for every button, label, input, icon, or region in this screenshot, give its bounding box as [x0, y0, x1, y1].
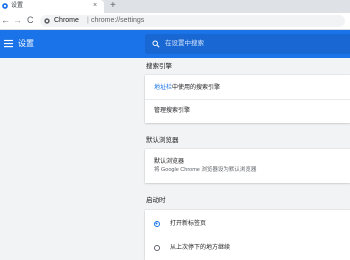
browser-toolbar: ← → C Chrome | chrome://settings: [0, 13, 350, 30]
search-icon: [152, 40, 160, 48]
back-button[interactable]: ←: [1, 14, 10, 27]
site-label: Chrome: [54, 17, 79, 24]
default-browser-row[interactable]: 默认浏览器 将 Google Chrome 浏览器设为默认浏览器: [145, 149, 350, 183]
address-bar[interactable]: Chrome | chrome://settings: [40, 15, 345, 27]
on-startup-card: 打开新标签页 从上次停下的地方继续: [145, 210, 350, 260]
address-bar-link[interactable]: 地址栏: [154, 85, 172, 91]
search-engine-row-label: 地址栏中使用的搜索引擎: [154, 84, 220, 92]
url-text: chrome://settings: [91, 17, 145, 24]
startup-option-continue[interactable]: 从上次停下的地方继续: [145, 235, 350, 260]
tab-title: 设置: [11, 3, 24, 9]
settings-header: 设置 在设置中搜索: [0, 30, 350, 58]
default-browser-description: 将 Google Chrome 浏览器设为默认浏览器: [154, 167, 257, 173]
manage-search-engines-row[interactable]: 管理搜索引擎: [145, 100, 350, 123]
search-engine-row[interactable]: 地址栏中使用的搜索引擎: [145, 75, 350, 99]
radio-unselected[interactable]: [154, 245, 160, 251]
section-title-default-browser: 默认浏览器: [146, 137, 179, 144]
reload-button[interactable]: C: [27, 14, 34, 27]
default-browser-card: 默认浏览器 将 Google Chrome 浏览器设为默认浏览器: [145, 149, 350, 183]
page-title: 设置: [18, 39, 34, 48]
chrome-site-icon: [44, 18, 50, 24]
manage-search-engines-label: 管理搜索引擎: [154, 108, 191, 114]
search-engine-card: 地址栏中使用的搜索引擎 管理搜索引擎: [145, 75, 350, 123]
radio-selected[interactable]: [154, 221, 160, 227]
startup-option-new-tab[interactable]: 打开新标签页: [145, 210, 350, 234]
startup-option-label: 打开新标签页: [170, 221, 207, 227]
tab-close-button[interactable]: ×: [93, 1, 97, 10]
new-tab-button[interactable]: +: [110, 0, 116, 12]
tab-strip: 设置 × +: [0, 0, 350, 13]
url-separator: |: [87, 17, 89, 24]
section-title-on-startup: 启动时: [146, 197, 166, 204]
gear-icon: [2, 3, 8, 9]
tab-settings[interactable]: 设置 ×: [0, 0, 104, 13]
forward-button[interactable]: →: [13, 14, 22, 27]
menu-icon[interactable]: [4, 39, 13, 48]
startup-option-label: 从上次停下的地方继续: [170, 245, 231, 251]
default-browser-label: 默认浏览器: [154, 159, 185, 165]
section-title-search-engine: 搜索引擎: [146, 63, 172, 70]
search-engine-row-text: 中使用的搜索引擎: [172, 85, 221, 91]
search-placeholder: 在设置中搜索: [165, 40, 204, 47]
settings-search[interactable]: 在设置中搜索: [145, 34, 350, 54]
